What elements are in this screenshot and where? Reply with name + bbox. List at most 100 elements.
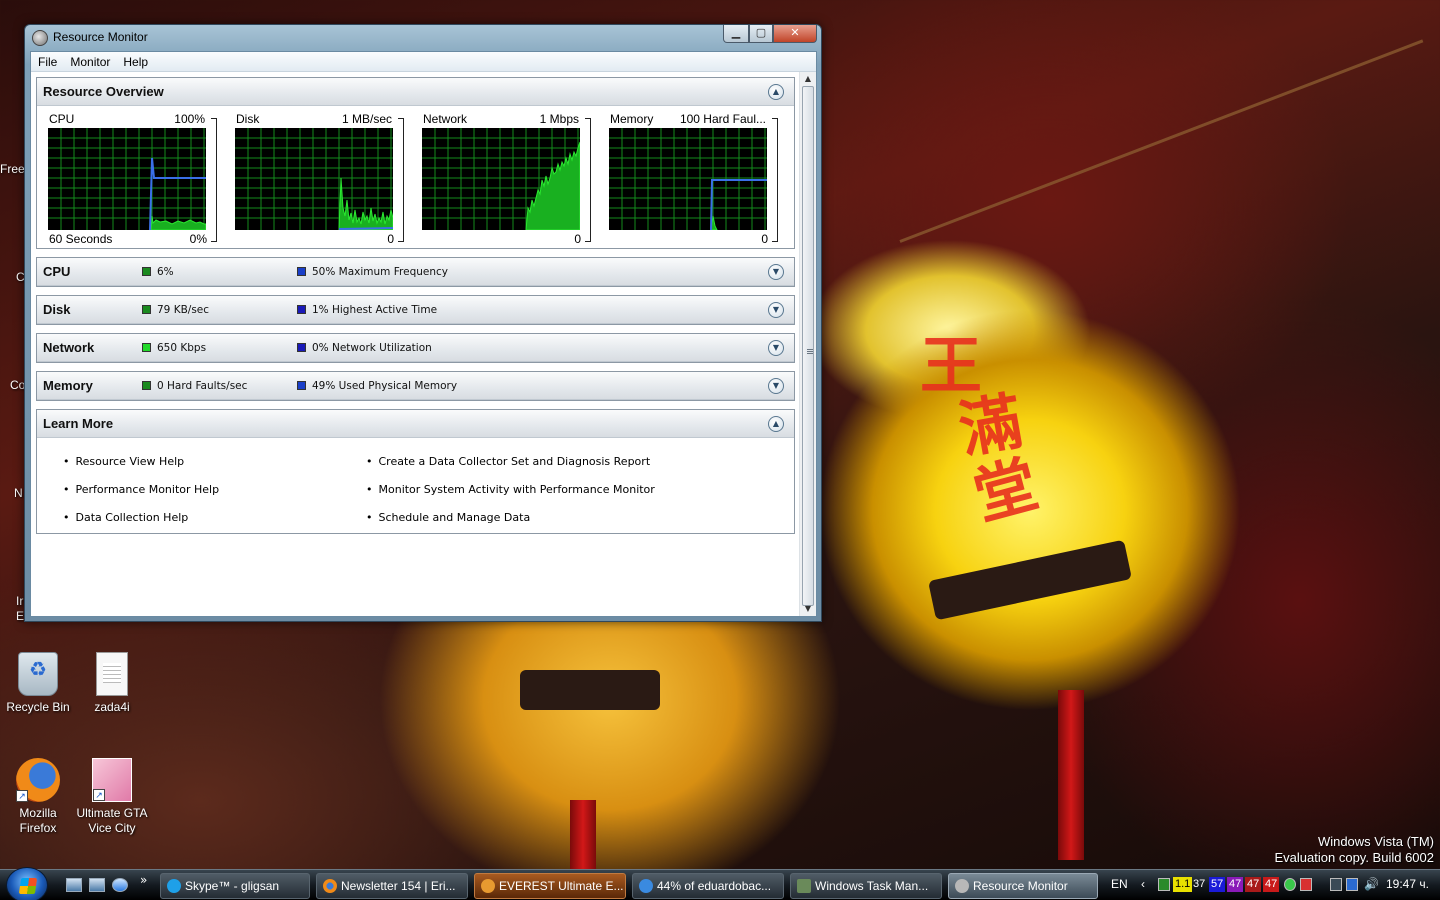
network-utilization-stat: 0% Network Utilization (297, 342, 432, 354)
section-title: CPU (43, 264, 71, 279)
disk-active-time-series (338, 227, 393, 230)
shortcut-arrow-icon: ↗ (93, 789, 105, 801)
desktop-partial-label[interactable]: E (16, 609, 24, 623)
collapse-chevron-up-icon[interactable]: ▲ (768, 84, 784, 100)
menu-monitor[interactable]: Monitor (63, 52, 116, 70)
desktop-icon-recycle-bin[interactable]: Recycle Bin (0, 652, 76, 715)
link-monitor-system-activity[interactable]: Monitor System Activity with Performance… (366, 476, 655, 504)
tray-number[interactable]: 47 (1227, 877, 1244, 892)
resource-overview-header[interactable]: Resource Overview ▲ (37, 78, 794, 106)
taskbar-button-ie-download[interactable]: 44% of eduardobac... (632, 873, 784, 899)
expand-chevron-down-icon[interactable]: ▼ (768, 340, 784, 356)
scrollbar-thumb[interactable] (802, 86, 814, 606)
taskbar-button-skype[interactable]: Skype™ - gligsan (160, 873, 310, 899)
green-legend-swatch (142, 267, 151, 276)
cpu-section: CPU 6% 50% Maximum Frequency ▼ (36, 257, 795, 287)
text-document-icon (96, 652, 128, 696)
green-legend-swatch (142, 343, 151, 352)
panel-title: Resource Overview (43, 84, 164, 99)
graph-bracket (398, 118, 404, 242)
desktop-icon-label: Mozilla Firefox (19, 806, 57, 835)
lantern-tassel (570, 800, 596, 870)
lantern-cap (928, 539, 1132, 621)
link-create-data-collector-set[interactable]: Create a Data Collector Set and Diagnosi… (366, 448, 655, 476)
tray-number[interactable]: 37 (1191, 877, 1207, 892)
tray-security-icon[interactable] (1300, 878, 1312, 891)
link-resource-view-help[interactable]: Resource View Help (63, 448, 219, 476)
tray-cpu-meter-icon[interactable] (1158, 878, 1170, 891)
tray-number[interactable]: 57 (1209, 877, 1226, 892)
lantern-character: 堂 (966, 447, 1046, 534)
graph-background (235, 128, 393, 230)
scroll-down-arrow-icon[interactable]: ▼ (800, 602, 816, 616)
graph-label: Network (423, 112, 468, 126)
taskbar-button-task-manager[interactable]: Windows Task Man... (790, 873, 942, 899)
quick-launch-more-icon[interactable]: » (140, 873, 147, 887)
volume-icon[interactable]: 🔊 (1364, 877, 1379, 891)
network-graph (422, 128, 580, 230)
gta-vice-city-icon: ↗ (92, 758, 132, 802)
link-data-collection-help[interactable]: Data Collection Help (63, 504, 219, 532)
graph-max: 1 MB/sec (341, 112, 392, 126)
close-button[interactable]: ✕ (773, 25, 817, 43)
learn-more-left-links: Resource View Help Performance Monitor H… (63, 448, 220, 532)
disk-graph (235, 128, 393, 230)
expand-chevron-down-icon[interactable]: ▼ (768, 264, 784, 280)
start-button[interactable] (6, 867, 48, 900)
expand-chevron-down-icon[interactable]: ▼ (768, 378, 784, 394)
desktop-icon-zada4i[interactable]: zada4i (74, 652, 150, 715)
resource-monitor-icon (32, 30, 48, 46)
learn-more-header[interactable]: Learn More ▲ (37, 410, 794, 438)
vertical-scrollbar[interactable]: ▲ ▼ (799, 72, 816, 616)
desktop-partial-label[interactable]: N (14, 486, 23, 500)
tray-number[interactable]: 47 (1245, 877, 1262, 892)
tray-number[interactable]: 47 (1263, 877, 1280, 892)
tray-status-icon[interactable] (1284, 878, 1296, 891)
maximize-button[interactable]: ▢ (749, 25, 773, 43)
show-desktop-icon[interactable] (66, 878, 82, 892)
resource-monitor-window: Resource Monitor ▁ ▢ ✕ File Monitor Help R… (24, 24, 822, 622)
minimize-button[interactable]: ▁ (723, 25, 749, 43)
taskbar: » Skype™ - gligsan Newsletter 154 | Eri.… (0, 867, 1440, 900)
link-schedule-manage-data[interactable]: Schedule and Manage Data (366, 504, 655, 532)
switch-windows-icon[interactable] (89, 878, 105, 892)
learn-more-panel: Learn More ▲ Resource View Help Performa… (36, 409, 795, 534)
system-clock[interactable]: 19:47 ч. (1386, 877, 1429, 891)
network-icon[interactable] (1346, 878, 1358, 891)
network-io-stat: 650 Kbps (142, 342, 206, 354)
menu-help[interactable]: Help (116, 52, 154, 70)
memory-section: Memory 0 Hard Faults/sec 49% Used Physic… (36, 371, 795, 401)
window-client-area: File Monitor Help Resource Overview ▲ CPU … (30, 51, 817, 617)
disk-section-header[interactable]: Disk 79 KB/sec 1% Highest Active Time ▼ (37, 296, 794, 324)
window-title: Resource Monitor (53, 30, 148, 44)
desktop-icon-gta[interactable]: ↗ Ultimate GTA Vice City (74, 758, 150, 836)
lantern-tassel (1058, 690, 1084, 860)
taskbar-button-firefox[interactable]: Newsletter 154 | Eri... (316, 873, 468, 899)
cpu-section-header[interactable]: CPU 6% 50% Maximum Frequency ▼ (37, 258, 794, 286)
collapse-chevron-up-icon[interactable]: ▲ (768, 416, 784, 432)
tray-expand-chevron-icon[interactable]: ‹ (1141, 877, 1145, 891)
menu-file[interactable]: File (31, 52, 63, 70)
language-indicator[interactable]: EN (1111, 877, 1128, 891)
desktop-partial-label[interactable]: Ir (16, 594, 23, 608)
title-bar[interactable]: Resource Monitor ▁ ▢ ✕ (25, 25, 821, 51)
disk-section: Disk 79 KB/sec 1% Highest Active Time ▼ (36, 295, 795, 325)
desktop-partial-label[interactable]: Free (0, 162, 25, 176)
disk-graph-tile: Disk 1 MB/sec 0 (224, 112, 404, 246)
expand-chevron-down-icon[interactable]: ▼ (768, 302, 784, 318)
tray-number[interactable]: 1.1 (1173, 877, 1193, 892)
graph-max: 1 Mbps (539, 112, 579, 126)
resource-overview-panel: Resource Overview ▲ CPU 100% 60 Seconds … (36, 77, 795, 249)
tray-device-icon[interactable] (1330, 878, 1342, 891)
link-performance-monitor-help[interactable]: Performance Monitor Help (63, 476, 220, 504)
desktop-icon-firefox[interactable]: ↗ Mozilla Firefox (0, 758, 76, 836)
scroll-up-arrow-icon[interactable]: ▲ (800, 72, 816, 86)
memory-section-header[interactable]: Memory 0 Hard Faults/sec 49% Used Physic… (37, 372, 794, 400)
taskbar-button-resource-monitor[interactable]: Resource Monitor (948, 873, 1098, 899)
lantern-cap (520, 670, 660, 710)
taskbar-button-everest[interactable]: EVEREST Ultimate E... (474, 873, 626, 899)
internet-explorer-icon[interactable] (112, 878, 128, 892)
recycle-bin-icon (18, 652, 58, 696)
network-section-header[interactable]: Network 650 Kbps 0% Network Utilization … (37, 334, 794, 362)
cpu-usage-stat: 6% (142, 266, 174, 278)
